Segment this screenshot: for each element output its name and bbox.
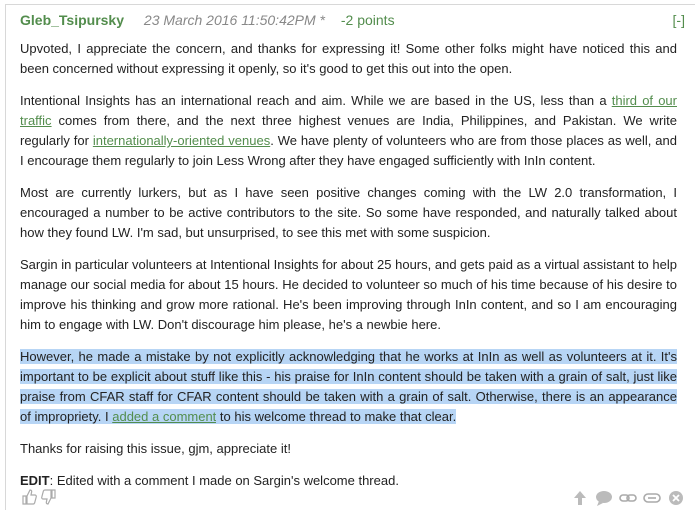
paragraph-1: Upvoted, I appreciate the concern, and t…: [20, 41, 677, 76]
edit-icon[interactable]: [643, 490, 661, 508]
vote-controls: [20, 489, 58, 509]
thumbs-down-icon[interactable]: [40, 489, 58, 507]
author-link[interactable]: Gleb_Tsipursky: [20, 12, 124, 28]
permalink-icon[interactable]: [619, 490, 637, 508]
thumbs-up-icon[interactable]: [20, 489, 38, 507]
collapse-toggle[interactable]: [-]: [673, 9, 685, 31]
edit-label: EDIT: [20, 473, 50, 488]
international-venues-link[interactable]: internationally-oriented venues: [93, 133, 270, 148]
paragraph-3: Most are currently lurkers, but as I hav…: [20, 185, 677, 240]
comment-points: -2 points: [340, 12, 395, 28]
delete-icon[interactable]: [667, 490, 685, 508]
paragraph-6: Thanks for raising this issue, gjm, appr…: [20, 441, 291, 456]
p2-text-a: Intentional Insights has an internationa…: [20, 93, 612, 108]
paragraph-4: Sargin in particular volunteers at Inten…: [20, 257, 677, 332]
parent-arrow-icon[interactable]: [571, 490, 589, 508]
reply-icon[interactable]: [595, 490, 613, 508]
edit-note: EDIT: Edited with a comment I made on Sa…: [20, 471, 677, 491]
added-comment-link[interactable]: added a comment: [112, 409, 217, 424]
comment-container: Gleb_Tsipursky 23 March 2016 11:50:42PM …: [5, 4, 695, 510]
edit-text: : Edited with a comment I made on Sargin…: [49, 473, 399, 488]
comment-date: 23 March 2016 11:50:42PM *: [143, 12, 325, 28]
p5-text-b: to his welcome thread to make that clear…: [216, 409, 457, 424]
paragraph-2: Intentional Insights has an internationa…: [20, 91, 677, 171]
comment-header: Gleb_Tsipursky 23 March 2016 11:50:42PM …: [20, 9, 685, 31]
comment-body: Upvoted, I appreciate the concern, and t…: [20, 39, 677, 503]
comment-actions: [571, 489, 685, 509]
paragraph-5-selected: However, he made a mistake by not explic…: [20, 347, 677, 427]
